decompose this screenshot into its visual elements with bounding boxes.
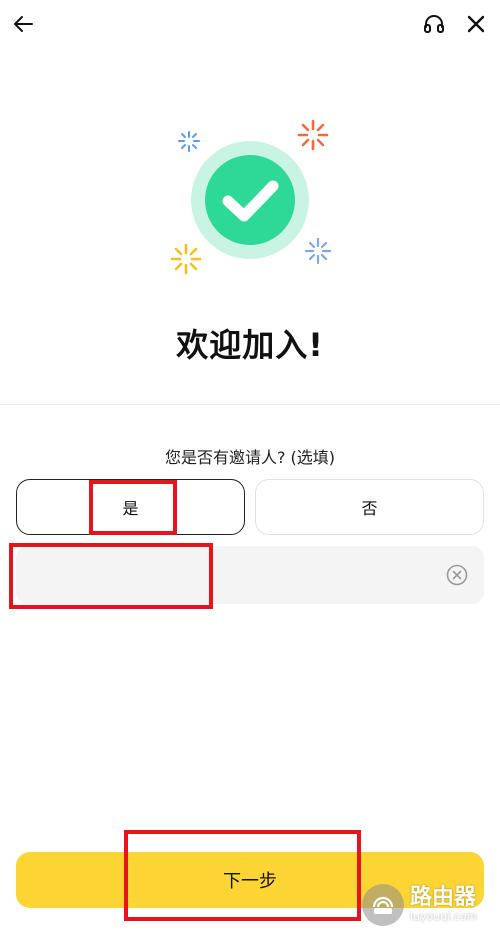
arrow-left-icon (14, 16, 33, 32)
back-button[interactable] (8, 8, 40, 40)
referral-question: 您是否有邀请人? (选填) (164, 448, 336, 467)
top-bar (0, 0, 500, 48)
choice-yes-label: 是 (122, 499, 139, 518)
clear-input-button[interactable] (445, 563, 469, 587)
next-step-label: 下一步 (223, 871, 277, 892)
choice-no-button[interactable]: 否 (255, 479, 484, 535)
router-logo-icon (362, 884, 404, 926)
watermark-subtitle: luyouqi.com (410, 910, 478, 923)
check-circle-icon (170, 119, 332, 275)
page: 欢迎加入! 您是否有邀请人? (选填) 是 否 下一步 路由器 luyouqi.… (0, 0, 500, 946)
close-button[interactable] (460, 8, 492, 40)
success-illustration (160, 110, 340, 290)
watermark-title: 路由器 (410, 885, 477, 910)
divider (0, 404, 500, 405)
support-button[interactable] (418, 8, 450, 40)
welcome-title: 欢迎加入! (176, 326, 324, 364)
clear-circle-icon (446, 564, 468, 586)
choice-no-label: 否 (361, 499, 378, 518)
close-icon (467, 15, 485, 33)
headset-icon (424, 15, 444, 33)
referrer-input[interactable] (30, 546, 434, 606)
watermark-text: 路由器 luyouqi.com (410, 886, 477, 924)
watermark: 路由器 luyouqi.com (362, 880, 494, 930)
choice-yes-button[interactable]: 是 (16, 479, 245, 535)
referrer-input-container (16, 546, 484, 606)
